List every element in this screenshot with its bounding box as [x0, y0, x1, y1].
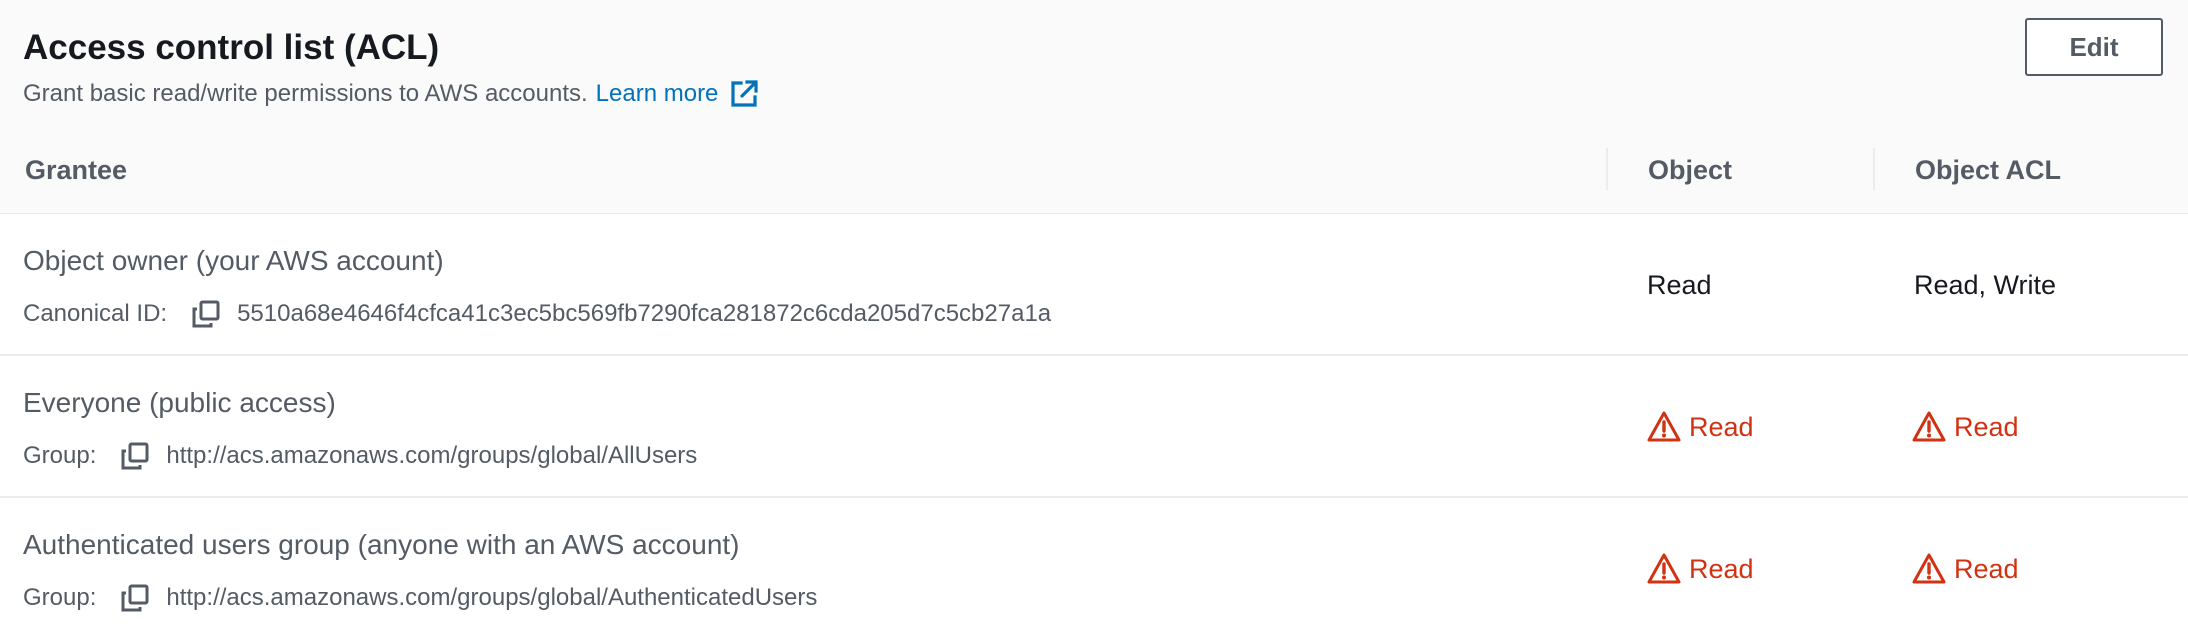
object-acl-permission: Read: [1912, 408, 2019, 446]
id-value: http://acs.amazonaws.com/groups/global/A…: [166, 584, 818, 611]
id-label: Group:: [23, 442, 97, 469]
grantee-name: Object owner (your AWS account): [23, 245, 444, 276]
warning-icon: [1647, 552, 1681, 586]
grantee-name: Authenticated users group (anyone with a…: [23, 529, 740, 560]
grantee-id: Group: http://acs.amazonaws.com/groups/g…: [23, 438, 697, 474]
id-label: Group:: [23, 584, 97, 611]
column-header-object: Object: [1648, 155, 1733, 185]
column-header-grantee: Grantee: [25, 155, 128, 185]
grantee-id: Group: http://acs.amazonaws.com/groups/g…: [23, 580, 817, 616]
object-permission-text: Read: [1689, 412, 1754, 442]
object-permission: Read: [1647, 550, 1754, 588]
object-acl-permission: Read, Write: [1914, 266, 2056, 304]
copy-icon[interactable]: [120, 583, 150, 613]
id-value: http://acs.amazonaws.com/groups/global/A…: [166, 442, 698, 469]
description-text: Grant basic read/write permissions to AW…: [23, 80, 588, 107]
id-label: Canonical ID:: [23, 300, 168, 327]
external-link-icon[interactable]: [728, 78, 760, 110]
copy-icon[interactable]: [120, 441, 150, 471]
grantee-id: Canonical ID: 5510a68e4646f4cfca41c3ec5b…: [23, 296, 1051, 332]
acl-panel: Access control list (ACL) Grant basic re…: [0, 0, 2188, 632]
column-divider: [1606, 148, 1608, 190]
object-acl-permission: Read: [1912, 550, 2019, 588]
copy-icon[interactable]: [191, 299, 221, 329]
object-permission-text: Read: [1647, 270, 1712, 300]
object-acl-permission-text: Read, Write: [1914, 270, 2057, 300]
acl-header: Access control list (ACL) Grant basic re…: [0, 0, 2188, 214]
learn-more-link[interactable]: Learn more: [596, 78, 719, 110]
object-acl-permission-text: Read: [1954, 412, 2019, 442]
warning-icon: [1912, 552, 1946, 586]
column-header-object-acl: Object ACL: [1915, 155, 2062, 185]
object-acl-permission-text: Read: [1954, 554, 2019, 584]
edit-button[interactable]: Edit: [2025, 18, 2163, 76]
grantee-name: Everyone (public access): [23, 387, 336, 418]
object-permission: Read: [1647, 408, 1754, 446]
page-title: Access control list (ACL): [23, 28, 440, 67]
table-row: Everyone (public access) Group: http://a…: [0, 356, 2188, 498]
object-permission-text: Read: [1689, 554, 1754, 584]
warning-icon: [1647, 410, 1681, 444]
warning-icon: [1912, 410, 1946, 444]
acl-description: Grant basic read/write permissions to AW…: [23, 78, 760, 110]
object-permission: Read: [1647, 266, 1712, 304]
id-value: 5510a68e4646f4cfca41c3ec5bc569fb7290fca2…: [237, 300, 1052, 327]
column-divider: [1873, 148, 1875, 190]
table-row: Authenticated users group (anyone with a…: [0, 498, 2188, 640]
table-row: Object owner (your AWS account) Canonica…: [0, 214, 2188, 356]
